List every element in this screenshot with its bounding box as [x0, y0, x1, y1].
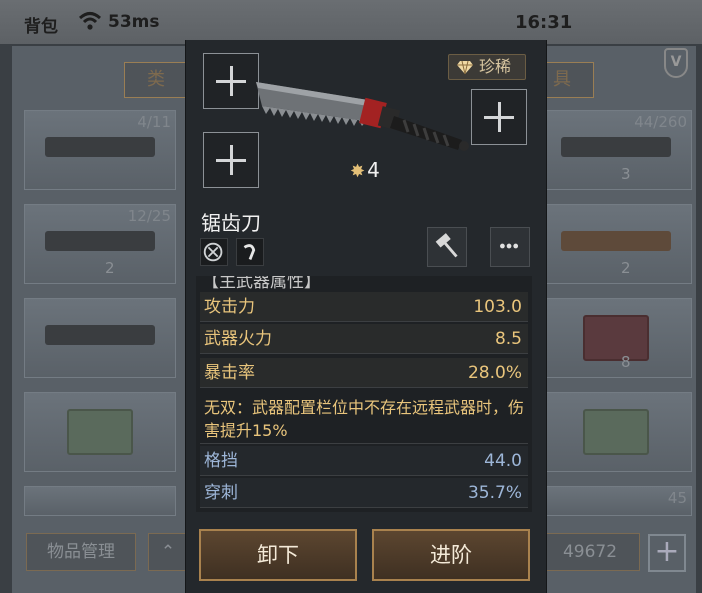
sort-button[interactable]: ⌃	[148, 533, 188, 571]
unequip-button[interactable]: 卸下	[199, 529, 357, 581]
tab-category-left[interactable]: 类	[124, 62, 188, 98]
cancel-tag-icon	[200, 238, 228, 266]
inventory-slot[interactable]: 45	[540, 486, 692, 516]
more-options-icon[interactable]	[490, 227, 530, 267]
hook-tag-icon	[236, 238, 264, 266]
special-effect-note: 无双：武器配置栏位中不存在远程武器时，伤害提升15%	[200, 394, 528, 444]
slot-count: 4/11	[137, 113, 171, 131]
inventory-slot[interactable]	[24, 486, 176, 516]
bag-title: 背包	[24, 17, 58, 37]
stat-value: 8.5	[494, 329, 522, 349]
slot-stars: 3	[621, 165, 631, 183]
level-indicator: ✸ 4	[350, 158, 380, 182]
rifle-icon	[561, 137, 671, 157]
stats-panel: 【主武器属性】 攻击力 103.0 武器火力 8.5 暴击率 28.0% 无双：…	[196, 276, 532, 512]
slot-count: 45	[667, 489, 687, 507]
wifi-icon	[78, 12, 102, 30]
stat-key: 攻击力	[204, 297, 255, 317]
stat-value: 35.7%	[467, 483, 522, 503]
bat-icon	[561, 231, 671, 251]
stat-value: 28.0%	[467, 363, 522, 383]
stat-key: 格挡	[204, 451, 238, 471]
stat-key: 穿刺	[204, 483, 238, 503]
slot-stars: 8	[621, 353, 631, 371]
stat-row: 武器火力 8.5	[200, 324, 528, 354]
stat-value: 103.0	[473, 297, 522, 317]
status-bar: 背包 53ms 16:31	[0, 0, 702, 44]
rarity-label: 珍稀	[479, 57, 512, 76]
inventory-slot[interactable]: 44/260 3	[540, 110, 692, 190]
clock: 16:31	[515, 12, 573, 33]
slot-count: 12/25	[127, 207, 171, 225]
saw-blade-weapon-icon	[256, 82, 469, 151]
crate-icon	[583, 409, 649, 455]
rifle-icon	[45, 137, 155, 157]
rifle-icon	[45, 231, 155, 251]
slot-stars: 2	[621, 259, 631, 277]
stat-row: 暴击率 28.0%	[200, 358, 528, 388]
saw-blade-icon	[45, 325, 155, 345]
inventory-slot[interactable]	[540, 392, 692, 472]
inventory-slot[interactable]	[24, 392, 176, 472]
ping-readout: 53ms	[108, 12, 160, 32]
inventory-slot[interactable]: 2	[540, 204, 692, 284]
stat-key: 暴击率	[204, 363, 255, 383]
add-attachment-button[interactable]	[471, 89, 527, 145]
advance-button[interactable]: 进阶	[372, 529, 530, 581]
hammer-icon[interactable]	[427, 227, 467, 267]
add-currency-button[interactable]: +	[648, 534, 686, 572]
crate-icon	[67, 409, 133, 455]
inventory-slot[interactable]: 4/11	[24, 110, 176, 190]
inventory-slot[interactable]: 8	[540, 298, 692, 378]
stat-row: 穿刺 35.7%	[200, 478, 528, 508]
star-icon: ✸	[350, 161, 366, 182]
stats-section-title: 【主武器属性】	[202, 276, 321, 292]
currency-display: 49672	[540, 533, 640, 571]
slot-count: 44/260	[634, 113, 687, 131]
slot-stars: 2	[105, 259, 115, 277]
inventory-slot[interactable]	[24, 298, 176, 378]
stat-key: 武器火力	[204, 329, 272, 349]
weapon-name: 锯齿刀	[201, 211, 261, 235]
stat-row: 格挡 44.0	[200, 446, 528, 476]
stat-row: 攻击力 103.0	[200, 292, 528, 322]
armor-icon	[583, 315, 649, 361]
vip-badge-icon: V	[664, 48, 688, 78]
stat-value: 44.0	[484, 451, 522, 471]
item-manage-button[interactable]: 物品管理	[26, 533, 136, 571]
inventory-slot[interactable]: 12/25 2	[24, 204, 176, 284]
